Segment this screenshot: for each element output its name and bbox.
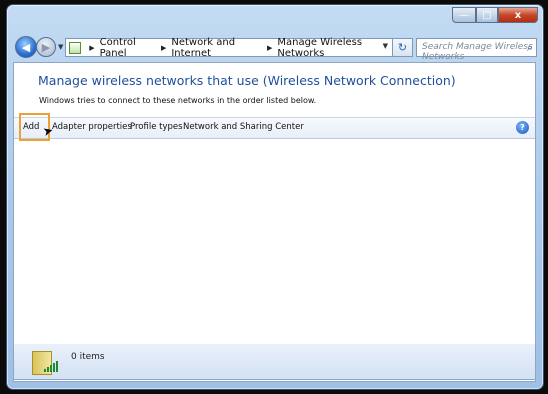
help-icon[interactable]: ? (516, 121, 529, 134)
main-content: Manage wireless networks that use (Wirel… (13, 62, 536, 382)
minimize-button[interactable]: — (452, 7, 476, 23)
status-bar: 0 items (13, 344, 536, 380)
address-bar[interactable]: ▶ Control Panel ▶ Network and Internet ▶… (65, 37, 393, 59)
refresh-icon: ↻ (397, 41, 408, 54)
network-and-sharing-center-button[interactable]: Network and Sharing Center (183, 122, 304, 132)
navigation-bar: ◀ ▶ ▼ ▶ Control Panel ▶ Network and Inte… (15, 36, 537, 62)
search-placeholder: Search Manage Wireless Networks (422, 42, 533, 62)
breadcrumb-separator[interactable]: ▶ (267, 44, 272, 52)
page-description: Windows tries to connect to these networ… (39, 96, 317, 105)
caption-buttons: — □ x (452, 7, 538, 23)
breadcrumb-separator[interactable]: ▶ (161, 44, 166, 52)
back-button[interactable]: ◀ (15, 36, 37, 58)
search-input[interactable]: Search Manage Wireless Networks ⌕ (416, 38, 537, 62)
close-button[interactable]: x (498, 7, 538, 23)
breadcrumb-network-and-internet[interactable]: Network and Internet (171, 37, 262, 59)
breadcrumb-control-panel[interactable]: Control Panel (100, 37, 156, 59)
profile-types-button[interactable]: Profile types (130, 122, 183, 132)
page-title: Manage wireless networks that use (Wirel… (38, 73, 456, 88)
add-button[interactable]: Add (23, 122, 39, 132)
window: — □ x ◀ ▶ ▼ ▶ Control Panel ▶ Network an… (6, 4, 544, 390)
refresh-button[interactable]: ↻ (393, 38, 413, 57)
address-dropdown-icon[interactable]: ▼ (383, 42, 388, 50)
recent-pages-dropdown[interactable]: ▼ (58, 43, 63, 51)
maximize-button[interactable]: □ (476, 7, 498, 23)
adapter-properties-button[interactable]: Adapter properties (52, 122, 132, 132)
breadcrumb-separator[interactable]: ▶ (89, 44, 94, 52)
network-icon (69, 41, 82, 54)
item-count: 0 items (71, 352, 105, 362)
forward-arrow-icon: ▶ (41, 40, 51, 54)
command-toolbar: Add ➤ Adapter properties Profile types N… (14, 113, 535, 141)
signal-strength-icon (44, 361, 58, 372)
forward-button[interactable]: ▶ (36, 37, 56, 57)
breadcrumb-manage-wireless-networks[interactable]: Manage Wireless Networks (277, 37, 392, 59)
search-icon[interactable]: ⌕ (527, 41, 533, 55)
back-arrow-icon: ◀ (21, 40, 31, 54)
